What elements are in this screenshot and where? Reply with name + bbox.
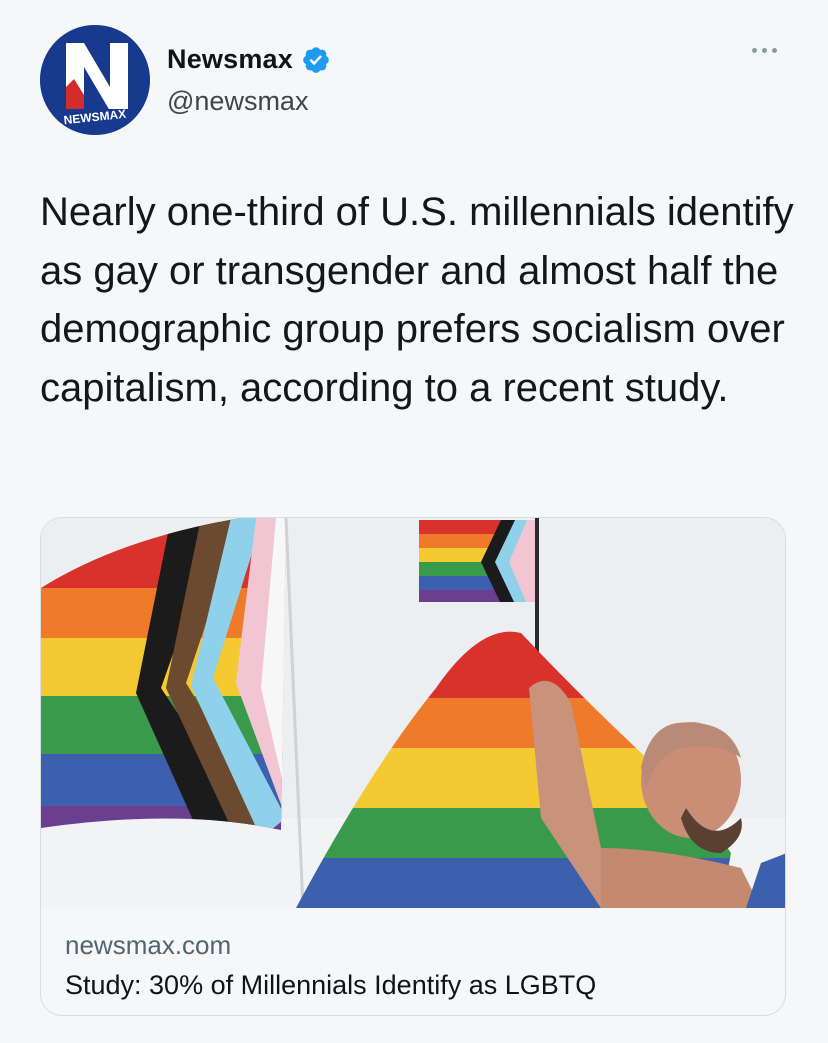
more-dot	[772, 48, 777, 53]
more-dot	[752, 48, 757, 53]
link-card-image[interactable]	[41, 518, 785, 908]
author-handle[interactable]: @newsmax	[167, 86, 308, 117]
tweet: NEWSMAX Newsmax @newsmax Nearly one-thir…	[0, 0, 828, 1043]
link-card-title[interactable]: Study: 30% of Millennials Identify as LG…	[65, 970, 596, 1001]
more-options-icon[interactable]	[752, 48, 777, 53]
link-card-domain: newsmax.com	[65, 930, 232, 960]
newsmax-logo-icon: NEWSMAX	[40, 25, 150, 135]
link-card[interactable]: newsmax.com Study: 30% of Millennials Id…	[40, 517, 786, 1016]
display-name[interactable]: Newsmax	[167, 44, 293, 75]
more-dot	[762, 48, 767, 53]
verified-badge-icon	[303, 46, 329, 73]
avatar[interactable]: NEWSMAX	[40, 25, 150, 135]
author-name-row: Newsmax	[167, 44, 331, 75]
tweet-text: Nearly one-third of U.S. millennials ide…	[40, 190, 794, 410]
photo-pride-flags	[41, 518, 785, 908]
